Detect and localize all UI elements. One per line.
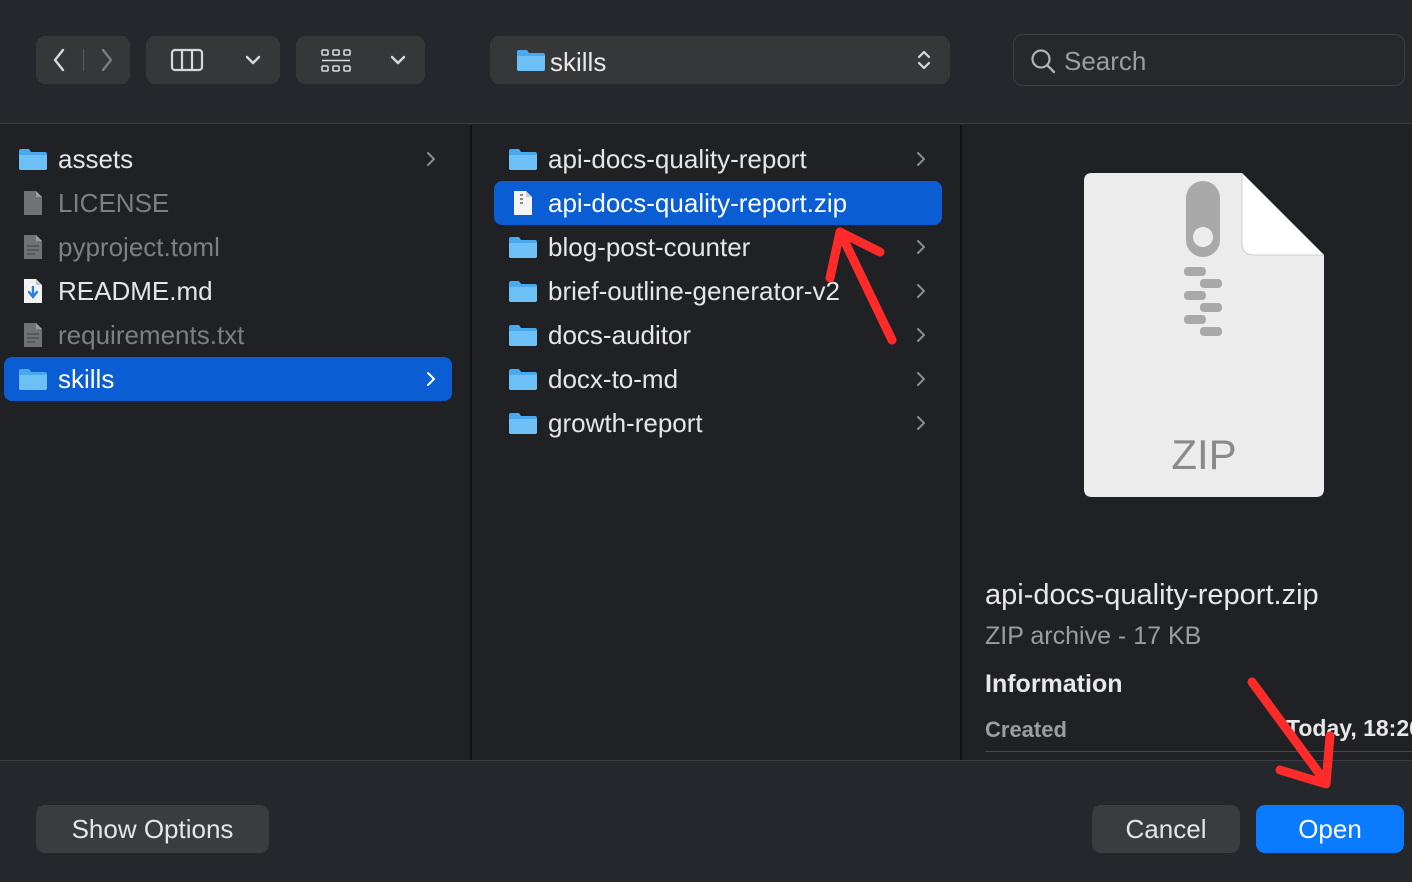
list-item-api-docs-quality-report[interactable]: api-docs-quality-report (494, 137, 942, 181)
navigation-group (36, 36, 130, 84)
preview-kind-size: ZIP archive - 17 KB (985, 622, 1202, 650)
list-item-blog-post-counter[interactable]: blog-post-counter (494, 225, 942, 269)
list-item-api-docs-quality-report-zip[interactable]: api-docs-quality-report.zip (494, 181, 942, 225)
item-label: skills (58, 363, 115, 394)
list-item-readme[interactable]: README.md (4, 269, 452, 313)
chevron-right-icon (906, 151, 936, 167)
item-label: LICENSE (58, 187, 170, 218)
preview-pane: ZIP api-docs-quality-report.zip ZIP arch… (964, 125, 1412, 760)
forward-button[interactable] (83, 36, 130, 84)
search-field[interactable]: Search (1013, 34, 1405, 86)
folder-icon (508, 365, 538, 393)
chevron-right-icon (906, 371, 936, 387)
columns-view-icon (170, 48, 204, 72)
search-icon (1031, 49, 1056, 74)
grid-icon (321, 49, 351, 72)
chevron-right-icon (906, 283, 936, 299)
preview-created-label: Created (985, 717, 1067, 742)
zip-archive-icon: ZIP (1084, 173, 1324, 497)
item-label: api-docs-quality-report (548, 143, 807, 174)
item-label: requirements.txt (58, 319, 245, 350)
folder-icon (508, 409, 538, 437)
dialog-footer: Show Options Cancel Open (0, 760, 1412, 882)
chevron-right-icon (416, 151, 446, 167)
document-icon (18, 321, 48, 349)
toolbar: skills Search (0, 0, 1412, 124)
search-placeholder: Search (1064, 46, 1147, 76)
item-label: brief-outline-generator-v2 (548, 275, 840, 306)
chevron-right-icon (906, 239, 936, 255)
preview-divider (985, 751, 1412, 752)
item-label: api-docs-quality-report.zip (548, 187, 848, 218)
preview-info-heading: Information (985, 670, 1123, 698)
list-item-skills[interactable]: skills (4, 357, 452, 401)
markdown-file-icon (18, 277, 48, 305)
list-item-docs-auditor[interactable]: docs-auditor (494, 313, 942, 357)
list-item-pyproject[interactable]: pyproject.toml (4, 225, 452, 269)
list-item-brief-outline-generator-v2[interactable]: brief-outline-generator-v2 (494, 269, 942, 313)
cancel-button[interactable]: Cancel (1092, 805, 1240, 853)
location-popup[interactable]: skills (490, 36, 950, 84)
chevron-down-icon (390, 55, 406, 65)
list-item-license[interactable]: LICENSE (4, 181, 452, 225)
view-mode-button[interactable] (146, 36, 280, 84)
document-icon (18, 233, 48, 261)
zip-icon-label: ZIP (1171, 431, 1236, 478)
chevron-right-icon (906, 327, 936, 343)
list-item-assets[interactable]: assets (4, 137, 452, 181)
item-label: README.md (58, 275, 213, 306)
browser-column-root: assets LICENSE pyproject.toml README.md … (0, 125, 472, 760)
back-button[interactable] (36, 36, 83, 84)
folder-icon (508, 277, 538, 305)
folder-icon (508, 321, 538, 349)
item-label: docx-to-md (548, 363, 679, 394)
chevron-right-icon (906, 415, 936, 431)
item-label: blog-post-counter (548, 231, 751, 262)
item-label: growth-report (548, 407, 703, 438)
item-label: docs-auditor (548, 319, 692, 350)
updown-chevron-icon (917, 50, 931, 70)
folder-icon (18, 365, 48, 393)
group-by-button[interactable] (296, 36, 425, 84)
folder-icon (508, 145, 538, 173)
folder-icon (517, 50, 545, 71)
chevron-right-icon (416, 371, 446, 387)
preview-created-value: Today, 18:26 (1286, 715, 1412, 741)
folder-icon (18, 145, 48, 173)
open-button[interactable]: Open (1256, 805, 1404, 853)
list-item-docx-to-md[interactable]: docx-to-md (494, 357, 942, 401)
chevron-left-icon (54, 48, 65, 72)
folder-icon (508, 233, 538, 261)
item-label: assets (58, 143, 134, 174)
preview-file-name: api-docs-quality-report.zip (985, 579, 1319, 611)
show-options-button[interactable]: Show Options (36, 805, 269, 853)
list-item-requirements[interactable]: requirements.txt (4, 313, 452, 357)
chevron-down-icon (245, 55, 261, 65)
location-label: skills (550, 47, 607, 77)
zip-file-icon (508, 189, 538, 217)
item-label: pyproject.toml (58, 231, 220, 262)
browser-column-skills: api-docs-quality-report api-docs-quality… (474, 125, 962, 760)
document-icon (18, 189, 48, 217)
chevron-right-icon (101, 48, 112, 72)
list-item-growth-report[interactable]: growth-report (494, 401, 942, 445)
